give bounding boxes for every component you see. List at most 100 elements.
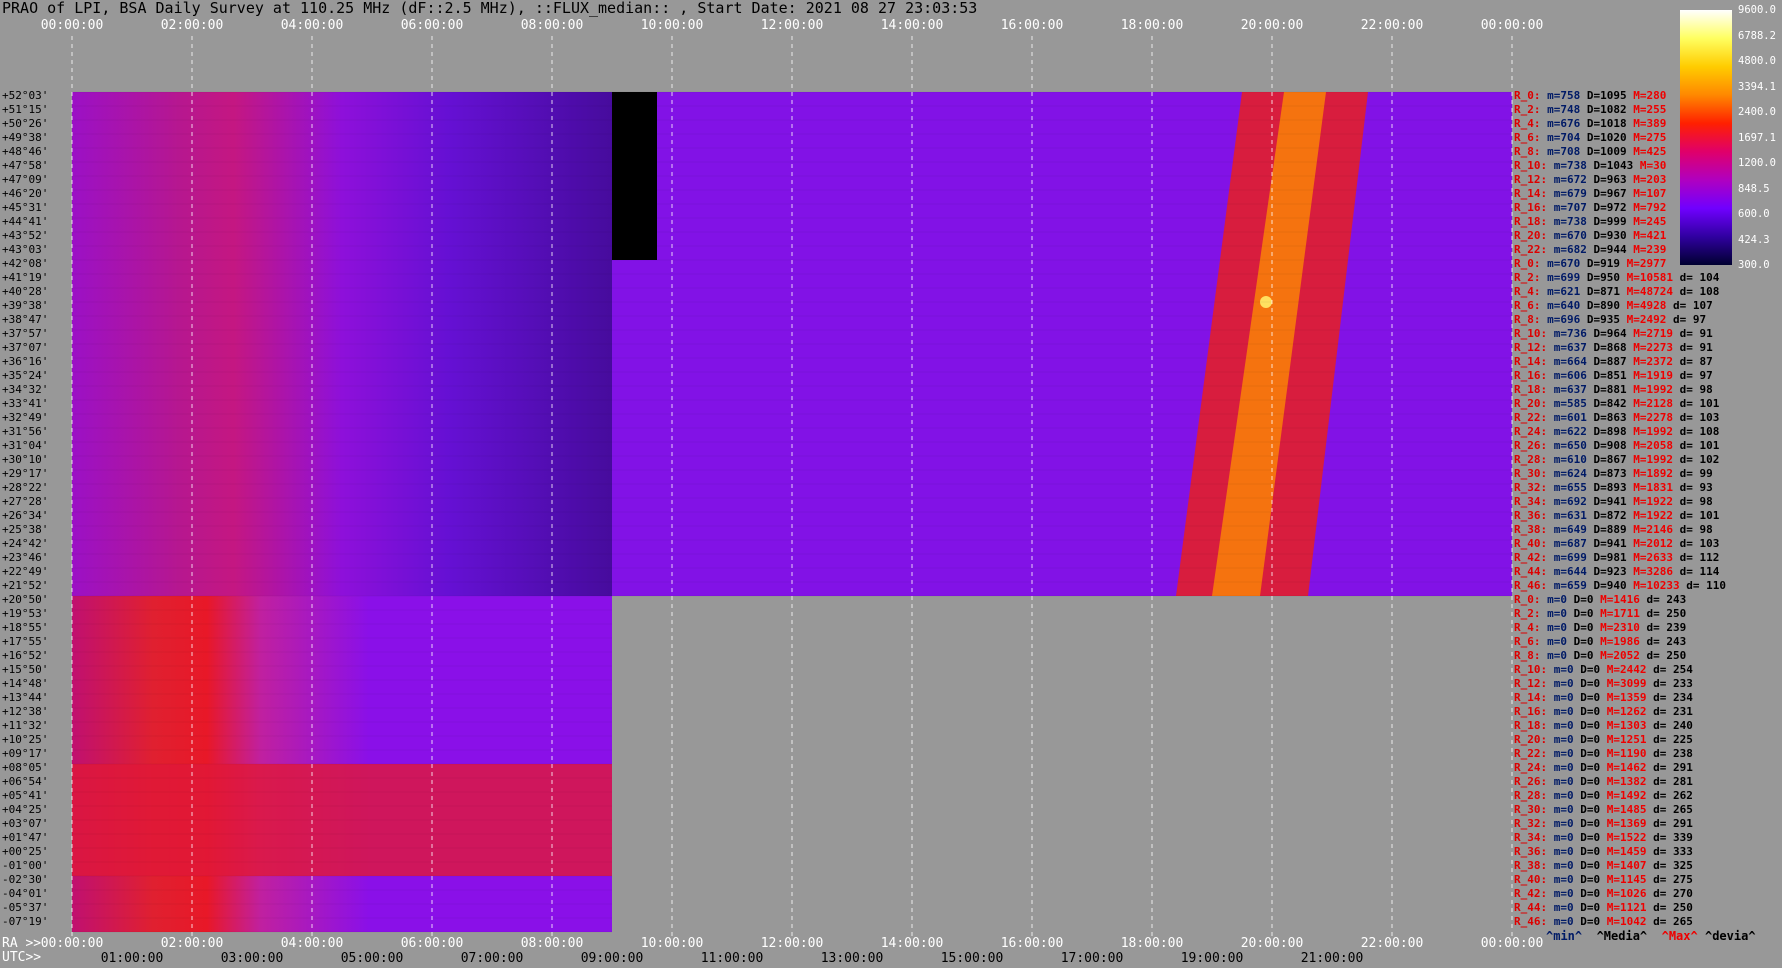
declination-label: +26°34' [2, 509, 49, 522]
declination-label: +01°47' [2, 831, 49, 844]
utc-tick-label: 11:00:00 [700, 951, 764, 966]
stats-row: R_12: m=0 D=0 M=3099 d= 233 [1514, 677, 1700, 690]
stats-row: R_28: m=0 D=0 M=1492 d= 262 [1514, 789, 1700, 802]
declination-label: +20°50' [2, 593, 49, 606]
legend-min: ^min^ [1546, 929, 1583, 943]
ra-tick-label: 16:00:00 [1000, 936, 1064, 951]
ra-tick-label: 12:00:00 [760, 936, 824, 951]
declination-label: +38°47' [2, 313, 49, 326]
ra-tick-label: 10:00:00 [640, 936, 704, 951]
stats-row: R_42: m=0 D=0 M=1026 d= 270 [1514, 887, 1700, 900]
stats-row: R_36: m=0 D=0 M=1459 d= 333 [1514, 845, 1700, 858]
declination-label: +33°41' [2, 397, 49, 410]
utc-tick-label: 13:00:00 [820, 951, 884, 966]
stats-row: R_10: m=738 D=1043 M=30 [1514, 159, 1673, 172]
ra-tick-label: 04:00:00 [280, 936, 344, 951]
stats-row: R_10: m=0 D=0 M=2442 d= 254 [1514, 663, 1700, 676]
declination-label: +40°28' [2, 285, 49, 298]
stats-row: R_30: m=0 D=0 M=1485 d= 265 [1514, 803, 1700, 816]
declination-label: +19°53' [2, 607, 49, 620]
utc-tick-label: 09:00:00 [580, 951, 644, 966]
declination-label: +09°17' [2, 747, 49, 760]
declination-label: +16°52' [2, 649, 49, 662]
declination-label: +10°25' [2, 733, 49, 746]
declination-label: +43°52' [2, 229, 49, 242]
stats-row: R_28: m=610 D=867 M=1992 d= 102 [1514, 453, 1726, 466]
stats-row: R_46: m=0 D=0 M=1042 d= 265 [1514, 915, 1700, 928]
stats-row: R_16: m=707 D=972 M=792 [1514, 201, 1673, 214]
ra-tick-label: 06:00:00 [400, 936, 464, 951]
declination-label: +43°03' [2, 243, 49, 256]
ra-tick-label: 20:00:00 [1240, 936, 1304, 951]
stats-row: R_12: m=672 D=963 M=203 [1514, 173, 1673, 186]
stats-row: R_44: m=0 D=0 M=1121 d= 250 [1514, 901, 1700, 914]
colorbar-label: 848.5 [1738, 182, 1770, 195]
stats-row: R_24: m=0 D=0 M=1462 d= 291 [1514, 761, 1700, 774]
legend-max: ^Max^ [1661, 929, 1698, 943]
declination-label: +05°41' [2, 789, 49, 802]
declination-label: +00°25' [2, 845, 49, 858]
declination-label: +12°38' [2, 705, 49, 718]
colorbar-label: 600.0 [1738, 208, 1770, 220]
declination-label: +36°16' [2, 355, 49, 368]
stats-row: R_46: m=659 D=940 M=10233 d= 110 [1514, 579, 1733, 592]
declination-label: +47°58' [2, 159, 49, 172]
colorbar-label: 424.3 [1738, 233, 1770, 246]
legend-devia: ^devia^ [1704, 929, 1756, 943]
stats-row: R_8: m=696 D=935 M=2492 d= 97 [1514, 313, 1713, 326]
stats-row: R_34: m=692 D=941 M=1922 d= 98 [1514, 495, 1720, 508]
declination-label: +31°04' [2, 439, 49, 452]
stats-row: R_38: m=649 D=889 M=2146 d= 98 [1514, 523, 1720, 536]
declination-label: +52°03' [2, 89, 49, 102]
declination-label: +39°38' [2, 299, 49, 312]
stats-row: R_44: m=644 D=923 M=3286 d= 114 [1514, 565, 1726, 578]
stats-row: R_40: m=687 D=941 M=2012 d= 103 [1514, 537, 1726, 550]
declination-label: +15°50' [2, 663, 49, 676]
stats-row: R_8: m=708 D=1009 M=425 [1514, 145, 1673, 158]
colorbar-label: 2400.0 [1738, 106, 1776, 118]
declination-label: +08°05' [2, 761, 49, 774]
declination-label: +06°54' [2, 775, 49, 788]
utc-tick-label: 19:00:00 [1180, 951, 1244, 966]
stats-row: R_18: m=637 D=881 M=1992 d= 98 [1514, 383, 1720, 396]
declination-label: +22°49' [2, 565, 49, 578]
declination-label: +25°38' [2, 523, 49, 536]
declination-label: +41°19' [2, 271, 49, 284]
stats-row: R_0: m=0 D=0 M=1416 d= 243 [1514, 593, 1693, 606]
declination-label: +48°46' [2, 145, 49, 158]
ra-tick-label: 18:00:00 [1120, 936, 1184, 951]
ra-tick-label: 00:00:00 [1480, 936, 1544, 951]
declination-label: -01°00' [2, 859, 49, 872]
stats-row: R_6: m=0 D=0 M=1986 d= 243 [1514, 635, 1693, 648]
stats-row: R_24: m=622 D=898 M=1992 d= 108 [1514, 425, 1726, 438]
stats-row: R_20: m=585 D=842 M=2128 d= 101 [1514, 397, 1726, 410]
stats-row: R_12: m=637 D=868 M=2273 d= 91 [1514, 341, 1720, 354]
colorbar-label: 1200.0 [1738, 157, 1776, 169]
declination-label: +37°57' [2, 327, 49, 340]
stats-row: R_6: m=640 D=890 M=4928 d= 107 [1514, 299, 1720, 312]
utc-tick-label: 17:00:00 [1060, 951, 1124, 966]
declination-label: +47°09' [2, 173, 49, 186]
colorbar-label: 300.0 [1738, 259, 1770, 271]
declination-label: +32°49' [2, 411, 49, 424]
stats-row: R_40: m=0 D=0 M=1145 d= 275 [1514, 873, 1700, 886]
utc-tick-label: 21:00:00 [1300, 951, 1364, 966]
utc-tick-label: 03:00:00 [220, 951, 284, 966]
ra-tick-label: 02:00:00 [160, 936, 224, 951]
colorbar-label: 3394.1 [1738, 80, 1776, 93]
ra-tick-label: 22:00:00 [1360, 936, 1424, 951]
legend-median: ^Media^ [1596, 929, 1648, 943]
declination-label: +13°44' [2, 691, 49, 704]
colorbar-label: 9600.0 [1738, 4, 1776, 16]
stats-legend: ^min^ ^Media^ ^Max^ ^devia^ [1546, 929, 1756, 943]
declination-label: +27°28' [2, 495, 49, 508]
utc-tick-label: 07:00:00 [460, 951, 524, 966]
stats-row: R_0: m=670 D=919 M=2977 [1514, 257, 1673, 270]
declination-label: -02°30' [2, 873, 49, 886]
stats-row: R_6: m=704 D=1020 M=275 [1514, 131, 1673, 144]
declination-label: +18°55' [2, 621, 49, 634]
utc-tick-label: 15:00:00 [940, 951, 1004, 966]
declination-label: +30°10' [2, 453, 49, 466]
declination-label: +51°15' [2, 103, 49, 116]
stats-row: R_36: m=631 D=872 M=1922 d= 101 [1514, 509, 1726, 522]
